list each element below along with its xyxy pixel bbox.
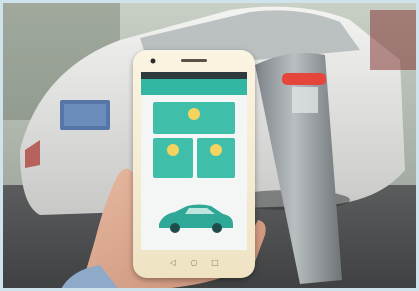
status-bar — [141, 72, 247, 79]
app-screen — [141, 72, 247, 250]
post-label-sticker — [292, 87, 318, 113]
tile-primary-icon — [188, 108, 200, 120]
earpiece — [181, 59, 207, 62]
post-indicator-light — [282, 73, 326, 85]
back-button-icon[interactable]: ◁ — [169, 258, 176, 267]
tile-secondary-right[interactable] — [197, 138, 235, 178]
tile-secondary-left-icon — [167, 144, 179, 156]
tile-secondary-left[interactable] — [153, 138, 193, 178]
home-button-icon[interactable]: ○ — [191, 258, 198, 267]
photo-scene: ○ ◁ □ — [0, 0, 419, 291]
tile-primary[interactable] — [153, 102, 235, 134]
front-camera-icon — [150, 58, 156, 64]
smartphone: ○ ◁ □ — [133, 50, 255, 278]
distant-red-car — [370, 10, 419, 70]
car-illustration-icon — [159, 204, 233, 233]
recent-apps-icon[interactable]: □ — [211, 258, 219, 267]
app-header — [141, 79, 247, 95]
tile-secondary-right-icon — [210, 144, 222, 156]
license-plate-blur — [64, 104, 106, 126]
